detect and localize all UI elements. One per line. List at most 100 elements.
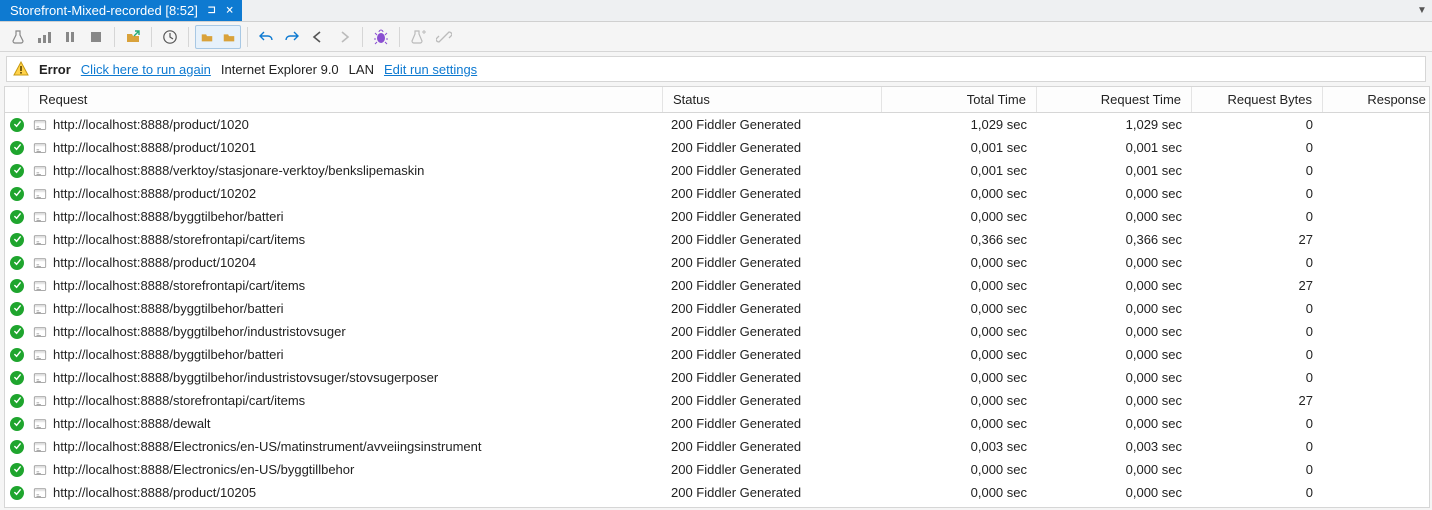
request-url: http://localhost:8888/storefrontapi/cart… <box>53 232 305 247</box>
request-bytes: 0 <box>1306 255 1313 270</box>
status-text: 200 Fiddler Generated <box>671 140 801 155</box>
table-row[interactable]: http://localhost:8888/Electronics/en-US/… <box>5 458 1429 481</box>
success-icon <box>10 187 24 201</box>
total-time: 0,001 sec <box>971 140 1027 155</box>
forward-arrow-icon[interactable] <box>332 25 356 49</box>
browser-label: Internet Explorer 9.0 <box>221 62 339 77</box>
total-time: 0,000 sec <box>971 370 1027 385</box>
total-time: 0,000 sec <box>971 301 1027 316</box>
table-row[interactable]: http://localhost:8888/product/10204200 F… <box>5 251 1429 274</box>
request-type-icon <box>33 486 47 500</box>
table-row[interactable]: http://localhost:8888/product/1020200 Fi… <box>5 113 1429 136</box>
results-grid: Request Status Total Time Request Time R… <box>4 86 1430 508</box>
tab-overflow-chevron-icon[interactable]: ▼ <box>1412 0 1432 21</box>
bug-icon[interactable] <box>369 25 393 49</box>
col-status-icon[interactable] <box>5 87 29 112</box>
back-arrow-icon[interactable] <box>306 25 330 49</box>
success-icon <box>10 141 24 155</box>
chart-icon[interactable] <box>32 25 56 49</box>
request-url: http://localhost:8888/dewalt <box>53 416 211 431</box>
total-time: 0,000 sec <box>971 209 1027 224</box>
request-type-icon <box>33 302 47 316</box>
request-time: 0,000 sec <box>1126 485 1182 500</box>
request-type-icon <box>33 164 47 178</box>
request-url: http://localhost:8888/byggtilbehor/batte… <box>53 301 284 316</box>
request-bytes: 27 <box>1299 278 1313 293</box>
status-text: 200 Fiddler Generated <box>671 117 801 132</box>
success-icon <box>10 325 24 339</box>
flask-plus-icon[interactable] <box>406 25 430 49</box>
col-request-time[interactable]: Request Time <box>1037 87 1192 112</box>
table-row[interactable]: http://localhost:8888/product/10202200 F… <box>5 182 1429 205</box>
folder-1-icon[interactable] <box>196 26 218 48</box>
link-icon[interactable] <box>432 25 456 49</box>
close-icon[interactable]: × <box>226 3 234 18</box>
status-text: 200 Fiddler Generated <box>671 186 801 201</box>
col-request-bytes[interactable]: Request Bytes <box>1192 87 1323 112</box>
folder-2-icon[interactable] <box>218 26 240 48</box>
request-time: 0,366 sec <box>1126 232 1182 247</box>
request-time: 0,000 sec <box>1126 186 1182 201</box>
request-bytes: 0 <box>1306 209 1313 224</box>
table-row[interactable]: http://localhost:8888/byggtilbehor/indus… <box>5 366 1429 389</box>
request-time: 0,000 sec <box>1126 462 1182 477</box>
request-time: 0,000 sec <box>1126 255 1182 270</box>
success-icon <box>10 371 24 385</box>
success-icon <box>10 233 24 247</box>
open-external-icon[interactable] <box>121 25 145 49</box>
redo-icon[interactable] <box>280 25 304 49</box>
success-icon <box>10 210 24 224</box>
col-request[interactable]: Request <box>29 87 663 112</box>
request-time: 0,000 sec <box>1126 416 1182 431</box>
request-time: 0,000 sec <box>1126 278 1182 293</box>
success-icon <box>10 486 24 500</box>
request-time: 0,003 sec <box>1126 439 1182 454</box>
table-row[interactable]: http://localhost:8888/storefrontapi/cart… <box>5 228 1429 251</box>
col-response-bytes[interactable]: Response Bytes <box>1323 87 1430 112</box>
col-status[interactable]: Status <box>663 87 882 112</box>
table-row[interactable]: http://localhost:8888/product/10201200 F… <box>5 136 1429 159</box>
table-row[interactable]: http://localhost:8888/storefrontapi/cart… <box>5 389 1429 412</box>
status-text: 200 Fiddler Generated <box>671 324 801 339</box>
table-row[interactable]: http://localhost:8888/Electronics/en-US/… <box>5 435 1429 458</box>
table-row[interactable]: http://localhost:8888/byggtilbehor/batte… <box>5 343 1429 366</box>
grid-body[interactable]: http://localhost:8888/product/1020200 Fi… <box>5 113 1429 507</box>
request-time: 0,001 sec <box>1126 163 1182 178</box>
undo-icon[interactable] <box>254 25 278 49</box>
status-text: 200 Fiddler Generated <box>671 278 801 293</box>
request-bytes: 0 <box>1306 117 1313 132</box>
total-time: 0,001 sec <box>971 163 1027 178</box>
table-row[interactable]: http://localhost:8888/byggtilbehor/batte… <box>5 205 1429 228</box>
stop-icon[interactable] <box>84 25 108 49</box>
table-row[interactable]: http://localhost:8888/product/10205200 F… <box>5 481 1429 504</box>
request-bytes: 0 <box>1306 439 1313 454</box>
total-time: 0,000 sec <box>971 462 1027 477</box>
table-row[interactable]: http://localhost:8888/dewalt200 Fiddler … <box>5 412 1429 435</box>
request-type-icon <box>33 187 47 201</box>
request-type-icon <box>33 325 47 339</box>
request-bytes: 0 <box>1306 324 1313 339</box>
table-row[interactable]: http://localhost:8888/byggtilbehor/indus… <box>5 320 1429 343</box>
table-row[interactable]: http://localhost:8888/verktoy/stasjonare… <box>5 159 1429 182</box>
edit-settings-link[interactable]: Edit run settings <box>384 62 477 77</box>
request-bytes: 0 <box>1306 462 1313 477</box>
clock-icon[interactable] <box>158 25 182 49</box>
request-type-icon <box>33 279 47 293</box>
toolbar-separator <box>247 27 248 47</box>
total-time: 0,000 sec <box>971 324 1027 339</box>
pin-icon[interactable]: ⊐ <box>208 3 216 18</box>
table-row[interactable]: http://localhost:8888/storefrontapi/cart… <box>5 274 1429 297</box>
flask-run-icon[interactable] <box>6 25 30 49</box>
table-row[interactable]: http://localhost:8888/byggtilbehor/batte… <box>5 297 1429 320</box>
total-time: 0,366 sec <box>971 232 1027 247</box>
request-url: http://localhost:8888/storefrontapi/cart… <box>53 278 305 293</box>
request-type-icon <box>33 256 47 270</box>
document-tab[interactable]: Storefront-Mixed-recorded [8:52] ⊐ × <box>0 0 242 21</box>
request-type-icon <box>33 463 47 477</box>
run-again-link[interactable]: Click here to run again <box>81 62 211 77</box>
request-bytes: 0 <box>1306 163 1313 178</box>
col-total-time[interactable]: Total Time <box>882 87 1037 112</box>
pause-icon[interactable] <box>58 25 82 49</box>
toolbar-separator <box>399 27 400 47</box>
request-type-icon <box>33 233 47 247</box>
